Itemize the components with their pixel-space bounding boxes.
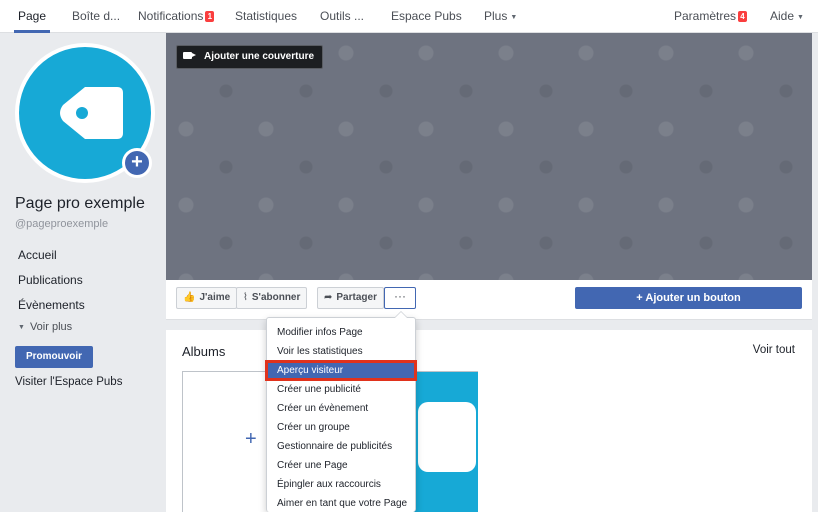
visit-ads-center-link[interactable]: Visiter l'Espace Pubs: [15, 376, 122, 388]
sidebar-see-more[interactable]: ▼ Voir plus: [18, 321, 72, 333]
follow-button[interactable]: ⌇ S'abonner: [236, 287, 308, 309]
tab-more[interactable]: Plus ▼: [484, 0, 517, 33]
menu-item-ads-manager[interactable]: Gestionnaire de publicités: [267, 438, 415, 455]
plus-icon: +: [245, 428, 257, 450]
page-handle[interactable]: @pageproexemple: [15, 218, 108, 230]
page-action-bar: 👍 J'aime ⌇ S'abonner ➦ Partager ··· + Ajout…: [166, 280, 812, 320]
chevron-down-icon: ▼: [510, 14, 518, 21]
plus-icon: +: [131, 151, 143, 173]
menu-item-visitor-preview[interactable]: Aperçu visiteur: [265, 360, 417, 381]
promote-button[interactable]: Promouvoir: [15, 346, 93, 368]
page-top-nav: Page Boîte d... Notifications 1 Statistiq…: [0, 0, 818, 33]
tab-page[interactable]: Page: [13, 0, 51, 33]
add-photo-button[interactable]: +: [122, 148, 152, 178]
menu-item-view-insights[interactable]: Voir les statistiques: [267, 343, 415, 360]
settings-badge: 4: [738, 11, 748, 22]
menu-item-create-group[interactable]: Créer un groupe: [267, 419, 415, 436]
tab-inbox[interactable]: Boîte d...: [72, 0, 120, 33]
albums-section: Albums Voir tout +: [166, 330, 812, 512]
tab-tools[interactable]: Outils ...: [320, 0, 364, 33]
menu-item-create-event[interactable]: Créer un évènement: [267, 400, 415, 417]
menu-item-like-as-page[interactable]: Aimer en tant que votre Page: [267, 495, 415, 512]
rss-icon: ⌇: [243, 292, 248, 303]
share-button[interactable]: ➦ Partager: [317, 287, 384, 309]
chevron-down-icon: ▼: [797, 14, 804, 21]
albums-heading: Albums: [182, 344, 226, 359]
sidebar-item-posts[interactable]: Publications: [18, 273, 83, 287]
tab-ads-center[interactable]: Espace Pubs: [391, 0, 462, 33]
thumbs-up-icon: 👍: [183, 292, 196, 303]
page-title: Page pro exemple: [15, 195, 145, 212]
more-options-button[interactable]: ···: [384, 287, 416, 309]
sidebar-item-home[interactable]: Accueil: [18, 248, 57, 262]
tab-insights[interactable]: Statistiques: [235, 0, 297, 33]
sidebar-item-events[interactable]: Évènements: [18, 298, 85, 312]
add-button-cta[interactable]: + Ajouter un bouton: [575, 287, 802, 309]
menu-item-edit-page-info[interactable]: Modifier infos Page: [267, 324, 415, 341]
more-options-menu: Modifier infos Page Voir les statistique…: [265, 311, 417, 512]
tab-help[interactable]: Aide ▼: [770, 0, 804, 33]
cover-photo: Ajouter une couverture: [166, 33, 812, 280]
see-all-link[interactable]: Voir tout: [753, 344, 795, 356]
menu-item-create-ad[interactable]: Créer une publicité: [267, 381, 415, 398]
tab-settings[interactable]: Paramètres 4: [674, 0, 748, 33]
notifications-badge: 1: [205, 11, 215, 22]
tab-notifications[interactable]: Notifications 1: [138, 0, 215, 33]
like-button[interactable]: 👍 J'aime: [176, 287, 238, 309]
menu-item-create-page[interactable]: Créer une Page: [267, 457, 415, 474]
tag-icon: [418, 402, 476, 472]
left-sidebar: + Page pro exemple @pageproexemple Accue…: [5, 33, 165, 512]
video-camera-icon: [183, 52, 196, 59]
menu-item-pin-shortcuts[interactable]: Épingler aux raccourcis: [267, 476, 415, 493]
triangle-down-icon: ▼: [18, 324, 25, 331]
add-cover-button[interactable]: Ajouter une couverture: [176, 45, 324, 69]
share-arrow-icon: ➦: [324, 292, 333, 303]
